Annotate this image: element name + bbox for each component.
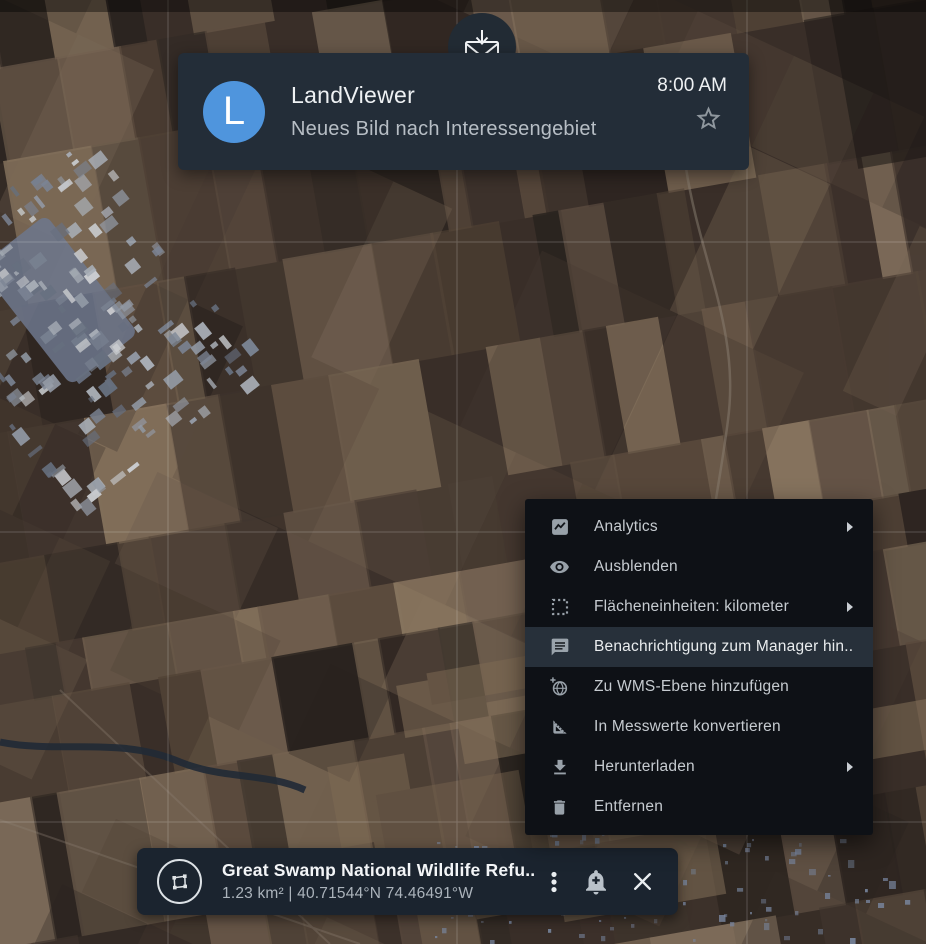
menu-item-wms-ebene[interactable]: Zu WMS-Ebene hinzufügen — [525, 667, 873, 707]
submenu-arrow-icon — [847, 762, 853, 772]
submenu-arrow-icon — [847, 602, 853, 612]
menu-item-label: Analytics — [594, 518, 658, 535]
menu-item-benachrichtigung[interactable]: Benachrichtigung zum Manager hin... — [525, 627, 873, 667]
aoi-bar[interactable]: Great Swamp National Wildlife Refu... 1.… — [137, 848, 678, 915]
menu-item-label: Herunterladen — [594, 758, 695, 775]
menu-item-label: Entfernen — [594, 798, 664, 815]
menu-item-label: Benachrichtigung zum Manager hin... — [594, 638, 853, 655]
globe-plus-icon — [549, 677, 570, 698]
message-icon — [549, 637, 570, 658]
menu-item-label: Zu WMS-Ebene hinzufügen — [594, 678, 790, 695]
analytics-chart-icon — [549, 517, 570, 538]
menu-item-herunterladen[interactable]: Herunterladen — [525, 747, 873, 787]
screen: L LandViewer Neues Bild nach Interesseng… — [0, 0, 926, 944]
bell-plus-icon — [586, 869, 606, 894]
close-button[interactable] — [624, 869, 660, 894]
menu-item-analytics[interactable]: Analytics — [525, 507, 873, 547]
menu-item-label: Flächeneinheiten: kilometer — [594, 598, 789, 615]
context-menu: Analytics Ausblenden Flächeneinheiten: kil… — [525, 499, 873, 835]
submenu-arrow-icon — [847, 522, 853, 532]
notification-time: 8:00 AM — [657, 75, 727, 96]
menu-item-flaecheneinheiten[interactable]: Flächeneinheiten: kilometer — [525, 587, 873, 627]
aoi-polygon-icon — [157, 859, 202, 904]
set-square-icon — [549, 717, 570, 738]
aoi-details: 1.23 km² | 40.71544°N 74.46491°W — [222, 885, 474, 902]
menu-item-ausblenden[interactable]: Ausblenden — [525, 547, 873, 587]
close-icon — [633, 873, 651, 890]
notification-app-name: LandViewer — [291, 82, 416, 108]
add-notification-button[interactable] — [576, 867, 616, 897]
avatar: L — [203, 80, 265, 143]
star-icon[interactable] — [694, 104, 723, 133]
menu-item-messwerte[interactable]: In Messwerte konvertieren — [525, 707, 873, 747]
trash-icon — [549, 797, 570, 818]
menu-item-entfernen[interactable]: Entfernen — [525, 787, 873, 827]
aoi-title: Great Swamp National Wildlife Refu... — [222, 860, 534, 880]
download-icon — [549, 757, 570, 778]
kebab-menu-icon — [551, 871, 557, 892]
notification-card[interactable]: L LandViewer Neues Bild nach Interesseng… — [178, 53, 749, 170]
eye-icon — [549, 557, 570, 578]
notification-message: Neues Bild nach Interessengebiet — [291, 118, 597, 140]
more-options-button[interactable] — [540, 869, 568, 895]
dotted-square-icon — [549, 597, 570, 618]
menu-item-label: Ausblenden — [594, 558, 678, 575]
menu-item-label: In Messwerte konvertieren — [594, 718, 781, 735]
